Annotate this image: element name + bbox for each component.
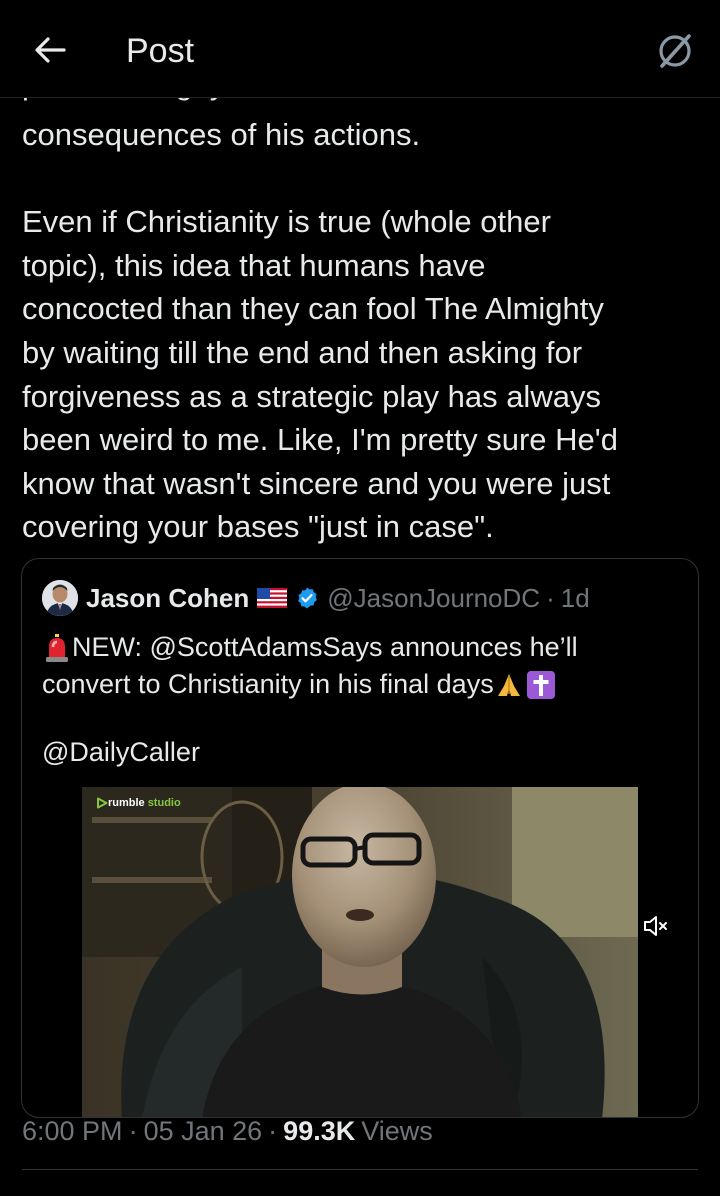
quoted-post-text: NEW: @ScottAdamsSays announces he’ll con… — [42, 629, 682, 703]
rumble-brand: rumble — [108, 797, 145, 809]
post-text-line: covering your bases "just in case". — [22, 509, 494, 545]
quoted-text-line: convert to Christianity in his final day… — [42, 666, 682, 703]
video-frame — [82, 787, 638, 1117]
post-detail: pro-MAGA guy didn't have to face the con… — [0, 0, 720, 1196]
post-meta: 6:00 PM · 05 Jan 26 · 99.3K Views — [22, 1116, 433, 1147]
separator-dot: · — [546, 582, 555, 613]
post-text-line: Even if Christianity is true (whole othe… — [22, 204, 551, 240]
post-text-line: topic), this idea that humans have — [22, 247, 486, 283]
verified-badge-icon — [298, 587, 318, 609]
post-time: 6:00 PM — [22, 1116, 123, 1146]
quoted-post-card[interactable]: Jason Cohen @JasonJournoDC · 1d NEW: @Sc… — [21, 558, 699, 1118]
app-root: pro-MAGA guy didn't have to face the con… — [0, 0, 720, 1196]
quoted-author-name[interactable]: Jason Cohen — [86, 583, 249, 614]
views-count[interactable]: 99.3K — [283, 1116, 355, 1147]
video-player[interactable]: rumble studio — [82, 787, 638, 1117]
post-text-line: consequences of his actions. — [22, 117, 421, 152]
speaker-muted-icon[interactable] — [642, 914, 670, 938]
views-label[interactable]: Views — [361, 1116, 433, 1147]
grok-icon[interactable] — [654, 30, 696, 72]
quoted-author-handle[interactable]: @JasonJournoDC — [327, 583, 540, 614]
folded-hands-emoji-icon — [497, 673, 520, 696]
separator-dot: · — [268, 1116, 278, 1146]
separator-dot: · — [128, 1116, 138, 1146]
post-text-line: concocted than they can fool The Almight… — [22, 291, 604, 327]
avatar[interactable] — [42, 580, 78, 616]
post-text-line: by waiting till the end and then asking … — [22, 334, 583, 370]
post-date: 05 Jan 26 — [143, 1116, 263, 1146]
quoted-text-line: NEW: @ScottAdamsSays announces he’ll — [42, 629, 682, 666]
post-text-line: know that wasn't sincere and you were ju… — [22, 465, 611, 501]
post-body: consequences of his actions. Even if Chr… — [22, 113, 702, 549]
quoted-post-header: Jason Cohen @JasonJournoDC · 1d — [42, 579, 590, 617]
us-flag-icon — [257, 588, 288, 608]
siren-emoji-icon — [46, 633, 68, 662]
quoted-text-line1: NEW: @ScottAdamsSays announces he’ll — [72, 632, 578, 662]
rumble-play-icon — [97, 797, 108, 809]
arrow-left-icon[interactable] — [30, 30, 70, 70]
rumble-studio-logo: rumble studio — [96, 797, 181, 809]
post-text-line: been weird to me. Like, I'm pretty sure … — [22, 422, 618, 458]
quoted-post-time[interactable]: 1d — [561, 583, 590, 614]
latin-cross-emoji-icon — [526, 670, 555, 699]
rumble-brand-sub: studio — [147, 797, 181, 809]
post-text-line: forgiveness as a strategic play has alwa… — [22, 378, 601, 414]
quoted-text-line2: convert to Christianity in his final day… — [42, 669, 494, 699]
quoted-mention[interactable]: @DailyCaller — [42, 737, 200, 768]
divider — [22, 1169, 698, 1170]
page-title: Post — [126, 32, 195, 70]
top-app-bar: Post — [0, 0, 720, 98]
